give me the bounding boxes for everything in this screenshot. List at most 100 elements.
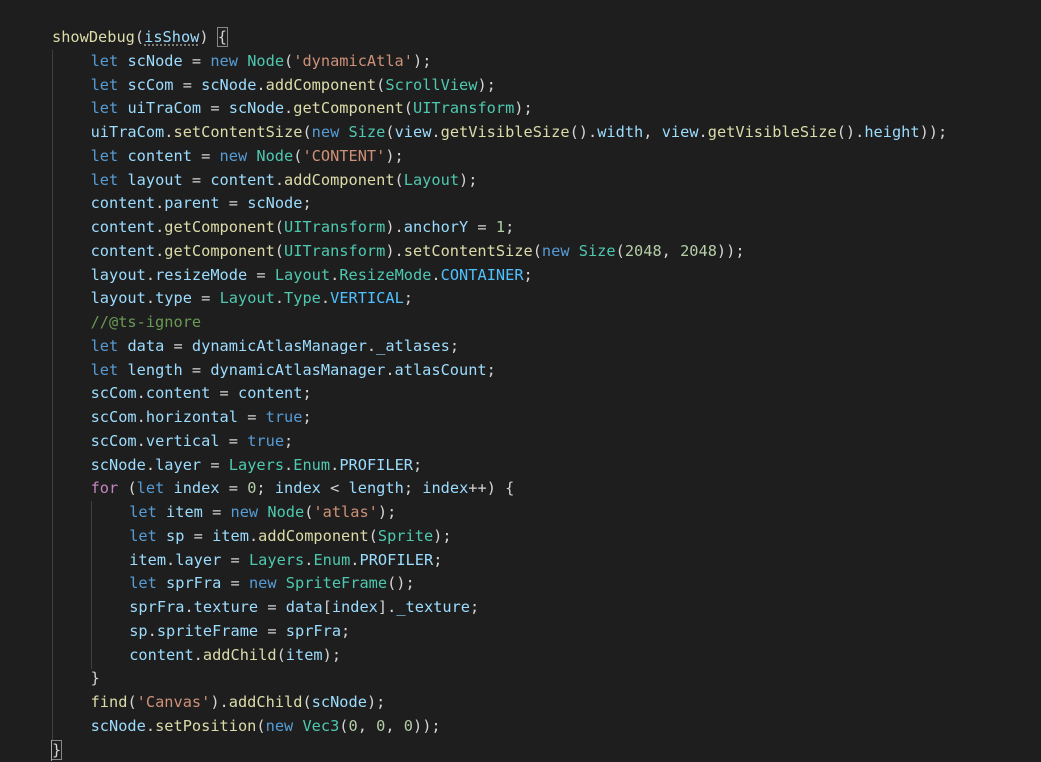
code-line[interactable]: showDebug(isShow) { [52,26,229,50]
code-token: ); [322,645,342,664]
code-token: . [145,716,156,735]
code-line[interactable]: //@ts-ignore [91,311,202,335]
code-line[interactable]: let scCom = scNode.addComponent(ScrollVi… [91,74,496,98]
code-line[interactable]: scCom.vertical = true; [91,430,294,454]
code-token: Node [256,146,294,165]
code-token: . [155,194,165,213]
code-line[interactable]: let item = new Node('atlas'); [129,501,396,525]
code-line[interactable]: sprFra.texture = data[index]._texture; [129,596,479,620]
code-token: setPosition [155,716,257,735]
code-line[interactable]: scNode.setPosition(new Vec3(0, 0, 0)); [91,715,441,739]
code-token: ; [505,218,515,236]
code-token: = [182,360,211,379]
code-token: content [129,645,194,664]
code-token: . [193,645,203,664]
code-line[interactable]: let uiTraCom = scNode.getComponent(UITra… [91,97,533,121]
code-token: sp [166,526,185,545]
code-line[interactable]: } [50,739,63,762]
code-token: item [166,503,203,521]
code-token: ( [394,170,404,189]
code-token: ( [403,99,413,118]
code-token: . [431,123,441,141]
code-token: addChild [202,645,277,664]
code-token: Layout [219,289,275,308]
code-line[interactable]: let layout = content.addComponent(Layout… [91,169,478,193]
code-line[interactable]: scCom.horizontal = true; [91,406,312,430]
code-line[interactable]: } [91,667,100,691]
code-token: content [127,146,192,165]
code-token: . [330,455,340,474]
code-line[interactable]: uiTraCom.setContentSize(new Size(view.ge… [91,121,948,145]
code-token: ). [385,241,404,260]
code-token: 2048 [624,241,662,260]
code-token: ( [284,51,294,70]
code-token: sprFra [166,574,222,593]
code-token: data [285,598,323,616]
code-token: texture [193,598,259,616]
code-token: new [210,51,248,70]
code-line[interactable]: item.layer = Layers.Enum.PROFILER; [129,549,442,573]
code-token: . [147,621,157,640]
code-line[interactable]: for (let index = 0; index < length; inde… [91,477,515,501]
code-token: . [284,455,294,474]
code-line[interactable]: let length = dynamicAtlasManager.atlasCo… [91,359,496,383]
code-token: getVisibleSize [707,123,837,141]
code-token: height [864,123,920,141]
code-line[interactable]: content.addChild(item); [129,644,341,668]
code-token: atlasCount [394,360,487,379]
code-editor[interactable]: showDebug(isShow) {let scNode = new Node… [0,0,1041,762]
code-line[interactable]: let sprFra = new SpriteFrame(); [129,572,415,596]
code-token: resizeMode [155,265,248,284]
code-token: < [320,479,349,498]
code-token: Enum [293,455,331,474]
code-token: length [348,479,404,498]
code-token: content [145,384,211,403]
code-line[interactable]: content.getComponent(UITransform).anchor… [91,216,515,240]
code-token: ); [514,99,533,118]
code-token: let [90,336,128,355]
code-token: = [202,503,231,521]
code-line[interactable]: layout.type = Layout.Type.VERTICAL; [91,287,413,311]
code-token: ; [403,289,414,308]
code-token: Node [247,51,285,70]
code-token: let [90,75,128,94]
code-token: UITransform [284,241,386,260]
code-token: . [166,550,176,569]
code-token: scCom [90,408,137,426]
code-line[interactable]: let content = new Node('CONTENT'); [91,145,404,169]
code-token: ); [385,146,404,165]
code-token: let [90,360,128,379]
code-token: = [468,218,496,236]
code-token: = [164,336,192,355]
code-line[interactable]: content.parent = scNode; [91,192,312,216]
code-token: ; [256,479,275,498]
code-token: _atlases [376,336,450,355]
code-token: ); [477,75,496,94]
code-line[interactable]: scCom.content = content; [91,382,312,406]
code-token: vertical [145,431,220,450]
indent-guide-loop [91,501,92,669]
code-token: getComponent [293,99,404,118]
code-token: [ [322,598,332,616]
code-line[interactable]: let data = dynamicAtlasManager._atlases; [91,335,459,359]
code-token: = [247,265,275,284]
code-token: parent [164,194,220,213]
code-token: scCom [90,431,137,450]
code-token: ). [210,693,229,711]
code-line[interactable]: scNode.layer = Layers.Enum.PROFILER; [91,454,423,478]
code-line[interactable]: let sp = item.addComponent(Sprite); [129,525,451,549]
code-token: . [431,265,441,284]
code-token: (). [569,123,598,141]
code-line[interactable]: content.getComponent(UITransform).setCon… [91,240,745,264]
code-token: _texture [396,598,471,616]
code-line[interactable]: layout.resizeMode = Layout.ResizeMode.CO… [91,264,533,288]
code-token: spriteFrame [156,621,259,640]
code-line[interactable]: sp.spriteFrame = sprFra; [129,620,350,644]
code-line[interactable]: find('Canvas').addChild(scNode); [91,691,386,715]
code-token: sprFra [129,598,185,616]
code-token: dynamicAtlasManager [191,336,367,355]
code-token: view [394,123,432,141]
code-token: sp [129,621,148,640]
code-token: ]. [377,598,397,616]
code-line[interactable]: let scNode = new Node('dynamicAtla'); [91,50,432,74]
